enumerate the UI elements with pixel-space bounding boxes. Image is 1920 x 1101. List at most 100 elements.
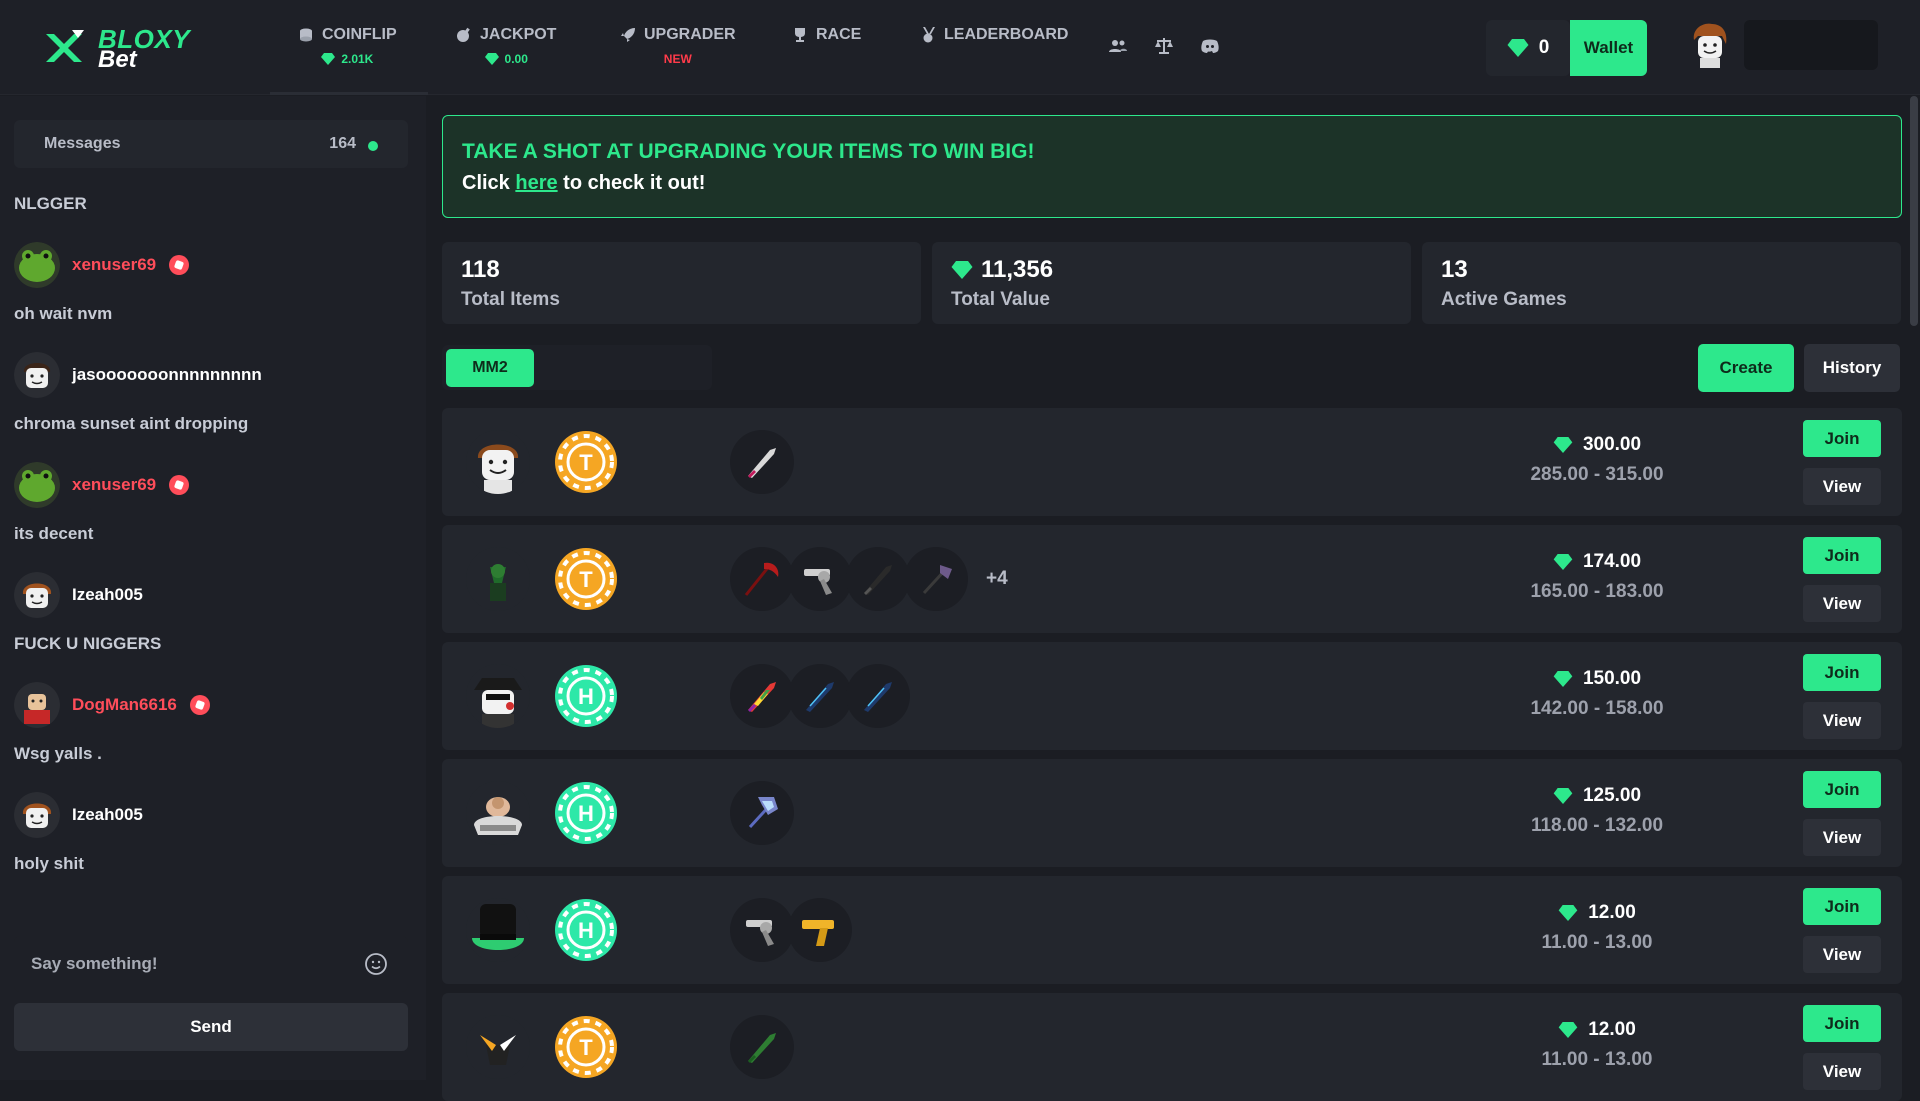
create-game-button[interactable]: Create <box>1698 344 1794 392</box>
emoji-icon[interactable] <box>364 952 388 976</box>
item-thumb[interactable] <box>846 547 910 611</box>
gem-icon <box>1553 788 1573 804</box>
discord-icon[interactable] <box>1200 36 1220 56</box>
join-button[interactable]: Join <box>1803 654 1881 691</box>
wallet-button[interactable]: Wallet <box>1570 20 1647 76</box>
roblox-avatar <box>14 572 60 618</box>
promo-title: TAKE A SHOT AT UPGRADING YOUR ITEMS TO W… <box>462 140 1035 163</box>
game-value: 12.00 <box>1492 902 1702 924</box>
item-thumb[interactable] <box>730 430 794 494</box>
nav-race-label: RACE <box>816 26 862 43</box>
item-list <box>730 781 794 845</box>
view-button[interactable]: View <box>1803 936 1881 973</box>
tails-coin-icon: T <box>555 1016 617 1078</box>
view-button[interactable]: View <box>1803 1053 1881 1090</box>
nav-coinflip[interactable]: COINFLIP 2.01K <box>298 24 397 84</box>
player-avatar[interactable] <box>466 898 530 962</box>
item-thumb[interactable] <box>730 1015 794 1079</box>
nav-leaderboard[interactable]: LEADERBOARD <box>920 24 1068 84</box>
chat-user[interactable]: Izeah005 <box>14 572 143 618</box>
page-scrollbar[interactable] <box>1910 96 1918 326</box>
svg-text:H: H <box>578 684 594 709</box>
chat-user[interactable]: Izeah005 <box>14 792 143 838</box>
player-avatar[interactable] <box>466 781 530 845</box>
item-thumb[interactable] <box>730 898 794 962</box>
item-list <box>730 430 794 494</box>
nav-upgrader[interactable]: UPGRADER NEW <box>620 24 736 84</box>
chat-input[interactable] <box>14 936 354 992</box>
tab-mm2[interactable]: MM2 <box>446 349 534 387</box>
stat-value: 11,356 <box>981 256 1054 283</box>
nav-jackpot-label: JACKPOT <box>480 26 557 43</box>
chat-message-text: holy shit <box>14 854 84 873</box>
chat-sidebar: Messages 164 NLGGER xenuser69 oh wait nv… <box>0 96 426 1080</box>
item-thumb[interactable] <box>788 547 852 611</box>
scale-icon[interactable] <box>1154 36 1174 56</box>
users-icon[interactable] <box>1108 36 1128 56</box>
online-indicator <box>368 141 378 151</box>
knife-icon <box>864 565 892 595</box>
scythe-icon <box>744 562 779 596</box>
nav-jackpot[interactable]: JACKPOT 0.00 <box>456 24 556 84</box>
view-button[interactable]: View <box>1803 468 1881 505</box>
chat-user[interactable]: jasooooooonnnnnnnnn <box>14 352 262 398</box>
join-button[interactable]: Join <box>1803 420 1881 457</box>
revolver-icon <box>804 569 832 595</box>
heads-coin-icon: H <box>555 782 617 844</box>
game-value-amount: 125.00 <box>1582 785 1642 806</box>
game-row: T +4 174.00 165.00 - 183.00 Join View <box>442 525 1902 633</box>
balance-amount: 0 <box>1538 37 1550 58</box>
game-value-amount: 174.00 <box>1582 551 1642 572</box>
game-value: 300.00 <box>1492 434 1702 456</box>
nav-race[interactable]: RACE <box>792 24 861 84</box>
svg-text:T: T <box>579 1035 593 1060</box>
chat-user[interactable]: DogMan6616 <box>14 682 211 728</box>
heads-coin-icon: H <box>555 899 617 961</box>
join-button[interactable]: Join <box>1803 537 1881 574</box>
item-thumb[interactable] <box>846 664 910 728</box>
history-button[interactable]: History <box>1804 344 1900 392</box>
frog-avatar <box>14 242 60 288</box>
promo-link[interactable]: here <box>515 172 557 194</box>
user-avatar[interactable] <box>1688 22 1732 70</box>
chat-user[interactable]: xenuser69 <box>14 462 190 508</box>
item-thumb[interactable] <box>730 547 794 611</box>
item-thumb[interactable] <box>788 664 852 728</box>
player-avatar[interactable] <box>466 547 530 611</box>
site-logo[interactable]: BLOXY Bet <box>42 24 192 73</box>
staff-badge-icon <box>169 475 190 495</box>
game-row: H 150.00 142.00 - 158.00 Join View <box>442 642 1902 750</box>
item-thumb[interactable] <box>904 547 968 611</box>
join-button[interactable]: Join <box>1803 888 1881 925</box>
username-box[interactable] <box>1744 20 1878 70</box>
item-thumb[interactable] <box>730 664 794 728</box>
gem-icon <box>1558 1022 1578 1038</box>
join-button[interactable]: Join <box>1803 771 1881 808</box>
online-count: 164 <box>329 135 356 152</box>
player-avatar[interactable] <box>466 664 530 728</box>
gem-icon <box>321 53 336 65</box>
game-row: T 300.00 285.00 - 315.00 Join View <box>442 408 1902 516</box>
game-range: 165.00 - 183.00 <box>1530 581 1664 602</box>
player-avatar[interactable] <box>466 1015 530 1079</box>
item-thumb[interactable] <box>788 898 852 962</box>
view-button[interactable]: View <box>1803 702 1881 739</box>
item-thumb[interactable] <box>730 781 794 845</box>
chat-user[interactable]: xenuser69 <box>14 242 190 288</box>
view-button[interactable]: View <box>1803 819 1881 856</box>
game-value-amount: 12.00 <box>1588 902 1636 923</box>
view-button[interactable]: View <box>1803 585 1881 622</box>
revolver-icon <box>746 920 774 946</box>
tails-coin-icon: T <box>555 431 617 493</box>
svg-text:T: T <box>579 567 593 592</box>
trophy-icon <box>795 28 805 42</box>
gem-icon <box>484 53 499 65</box>
chat-message-text: its decent <box>14 524 94 543</box>
gem-icon <box>1558 905 1578 921</box>
game-range: 285.00 - 315.00 <box>1530 464 1664 485</box>
stat-value: 13 <box>1441 256 1468 283</box>
send-button[interactable]: Send <box>14 1003 408 1051</box>
stat-label: Active Games <box>1441 289 1567 310</box>
player-avatar[interactable] <box>466 430 530 494</box>
join-button[interactable]: Join <box>1803 1005 1881 1042</box>
